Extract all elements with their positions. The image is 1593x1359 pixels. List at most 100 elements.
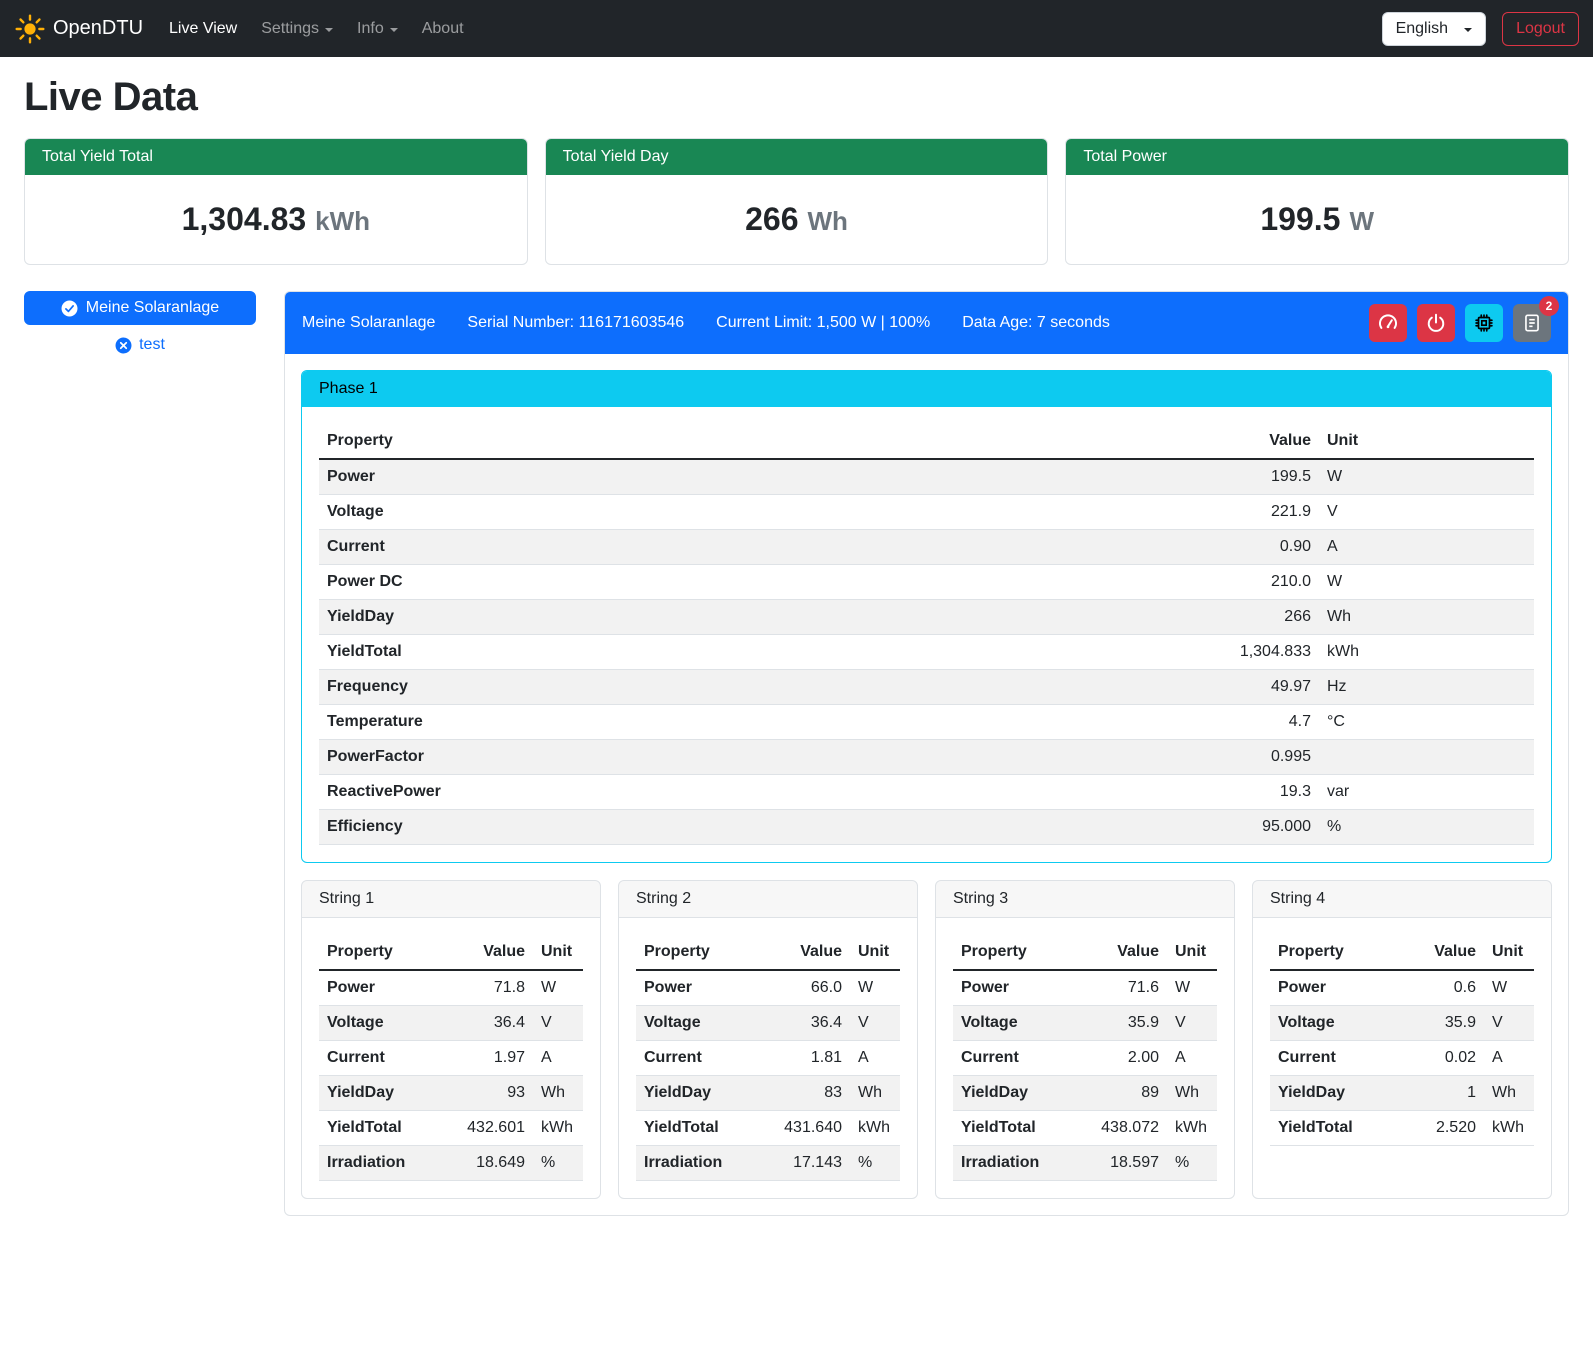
string-title: String 3: [936, 881, 1234, 918]
logout-button[interactable]: Logout: [1502, 12, 1579, 46]
table-head: Property Value Unit: [953, 935, 1217, 970]
value-cell: 266: [917, 600, 1319, 635]
property-cell: Power: [636, 970, 756, 1006]
value-cell: 71.8: [439, 970, 533, 1006]
property-cell: YieldTotal: [636, 1111, 756, 1146]
summary-value: 199.5: [1260, 201, 1340, 237]
property-cell: PowerFactor: [319, 740, 917, 775]
value-cell: 71.6: [1073, 970, 1167, 1006]
table-row: YieldTotal431.640kWh: [636, 1111, 900, 1146]
table-row: Voltage221.9V: [319, 495, 1534, 530]
nav-item-settings[interactable]: Settings: [253, 12, 341, 46]
property-cell: Power: [319, 970, 439, 1006]
table-head: Property Value Unit: [1270, 935, 1534, 970]
unit-cell: V: [1484, 1006, 1534, 1041]
table-row: Voltage35.9V: [953, 1006, 1217, 1041]
property-cell: Voltage: [1270, 1006, 1401, 1041]
table-header-row: Property Value Unit: [636, 935, 900, 970]
property-cell: Current: [953, 1041, 1073, 1076]
strings-row: String 1 Property Value Unit: [301, 880, 1552, 1199]
table-row: Irradiation18.597%: [953, 1146, 1217, 1181]
value-cell: 93: [439, 1076, 533, 1111]
cpu-icon: [1473, 312, 1495, 334]
table-row: Power71.8W: [319, 970, 583, 1006]
value-cell: 199.5: [917, 459, 1319, 495]
table-header-row: Property Value Unit: [319, 935, 583, 970]
phase-body: Property Value Unit Power199.5WVoltage22…: [302, 407, 1551, 862]
top-navbar: OpenDTU Live View Settings Info About En…: [0, 0, 1593, 57]
language-select[interactable]: English: [1382, 12, 1486, 46]
unit-cell: V: [1319, 495, 1534, 530]
property-cell: YieldTotal: [953, 1111, 1073, 1146]
sidebar-inverter-test[interactable]: test: [24, 336, 256, 354]
property-cell: YieldTotal: [1270, 1111, 1401, 1146]
property-cell: Voltage: [319, 1006, 439, 1041]
unit-cell: A: [1484, 1041, 1534, 1076]
property-cell: ReactivePower: [319, 775, 917, 810]
phase-card: Phase 1 Property Value Unit Power199.5WV…: [301, 370, 1552, 863]
sidebar-inverter-selected[interactable]: Meine Solaranlage: [24, 291, 256, 325]
string-body: Property Value Unit Power71.8WVoltage36.…: [302, 918, 600, 1198]
string-table: Property Value Unit Power71.6WVoltage35.…: [953, 935, 1217, 1181]
unit-cell: kWh: [1319, 635, 1534, 670]
summary-cards-row: Total Yield Total 1,304.83kWh Total Yiel…: [24, 138, 1569, 265]
inverter-serial: Serial Number: 116171603546: [467, 314, 684, 332]
unit-cell: kWh: [1167, 1111, 1217, 1146]
table-row: YieldDay83Wh: [636, 1076, 900, 1111]
summary-card-title: Total Yield Day: [546, 139, 1048, 175]
property-cell: Current: [636, 1041, 756, 1076]
value-cell: 18.649: [439, 1146, 533, 1181]
table-row: YieldTotal438.072kWh: [953, 1111, 1217, 1146]
value-cell: 2.520: [1401, 1111, 1484, 1146]
inverter-name-label: test: [139, 336, 165, 354]
table-row: Temperature4.7°C: [319, 705, 1534, 740]
chevron-down-icon: [1464, 28, 1472, 32]
phase-title: Phase 1: [302, 371, 1551, 407]
table-header-row: Property Value Unit: [953, 935, 1217, 970]
unit-cell: [1319, 740, 1534, 775]
value-cell: 1.97: [439, 1041, 533, 1076]
value-cell: 35.9: [1073, 1006, 1167, 1041]
value-cell: 36.4: [439, 1006, 533, 1041]
nav-item-label: Info: [357, 20, 384, 38]
table-row: PowerFactor0.995: [319, 740, 1534, 775]
table-row: Current0.90A: [319, 530, 1534, 565]
table-header-row: Property Value Unit: [319, 424, 1534, 459]
sun-logo-icon: [14, 13, 46, 45]
value-cell: 431.640: [756, 1111, 850, 1146]
table-row: Current1.97A: [319, 1041, 583, 1076]
table-row: Power DC210.0W: [319, 565, 1534, 600]
page-container: Live Data Total Yield Total 1,304.83kWh …: [0, 75, 1593, 1240]
nav-item-about[interactable]: About: [414, 12, 472, 46]
property-cell: Power: [319, 459, 917, 495]
table-row: YieldTotal2.520kWh: [1270, 1111, 1534, 1146]
nav-links: Live View Settings Info About: [157, 12, 476, 46]
table-body: Power71.8WVoltage36.4VCurrent1.97AYieldD…: [319, 970, 583, 1181]
limit-settings-button[interactable]: [1369, 304, 1407, 342]
value-cell: 36.4: [756, 1006, 850, 1041]
page-title: Live Data: [24, 75, 1569, 120]
unit-cell: Wh: [1167, 1076, 1217, 1111]
value-cell: 438.072: [1073, 1111, 1167, 1146]
power-toggle-button[interactable]: [1417, 304, 1455, 342]
unit-cell: W: [533, 970, 583, 1006]
device-info-button[interactable]: [1465, 304, 1503, 342]
nav-item-live-view[interactable]: Live View: [161, 12, 245, 46]
summary-value: 266: [745, 201, 798, 237]
unit-cell: kWh: [533, 1111, 583, 1146]
inverter-name-label: Meine Solaranlage: [86, 299, 219, 317]
x-circle-icon: [115, 337, 132, 354]
summary-card-total-yield-total: Total Yield Total 1,304.83kWh: [24, 138, 528, 265]
brand-link[interactable]: OpenDTU: [14, 13, 143, 45]
unit-cell: °C: [1319, 705, 1534, 740]
property-cell: Irradiation: [953, 1146, 1073, 1181]
property-cell: Power: [1270, 970, 1401, 1006]
property-cell: Power: [953, 970, 1073, 1006]
table-body: Power71.6WVoltage35.9VCurrent2.00AYieldD…: [953, 970, 1217, 1181]
property-cell: YieldTotal: [319, 1111, 439, 1146]
table-row: Voltage36.4V: [319, 1006, 583, 1041]
string-title: String 1: [302, 881, 600, 918]
nav-item-info[interactable]: Info: [349, 12, 406, 46]
event-log-button[interactable]: 2: [1513, 304, 1551, 342]
table-row: Voltage35.9V: [1270, 1006, 1534, 1041]
